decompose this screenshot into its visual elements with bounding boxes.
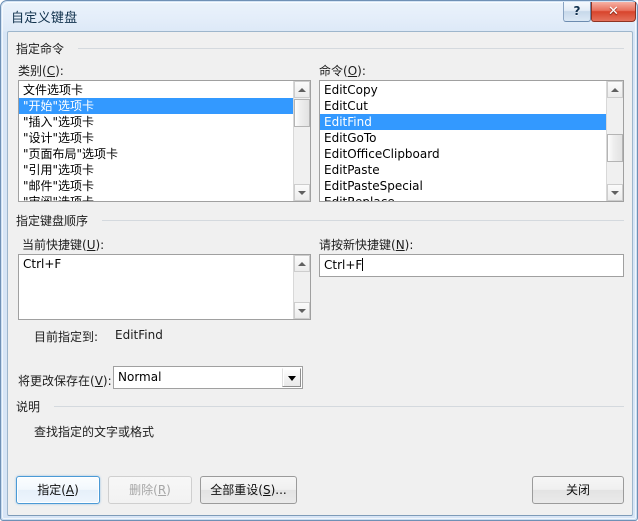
close-icon: ✕ bbox=[608, 4, 619, 19]
help-button[interactable]: ? bbox=[563, 2, 591, 22]
list-item[interactable]: EditPasteSpecial bbox=[320, 178, 606, 194]
reset-all-button[interactable]: 全部重设(S)... bbox=[200, 476, 297, 504]
new-shortcut-value: Ctrl+F bbox=[324, 258, 363, 272]
list-item[interactable]: EditCut bbox=[320, 98, 606, 114]
categories-scrollbar[interactable] bbox=[293, 81, 310, 201]
chevron-down-icon[interactable] bbox=[282, 368, 301, 387]
list-item[interactable]: "设计"选项卡 bbox=[19, 130, 293, 146]
title-bar[interactable]: 自定义键盘 ? ✕ bbox=[1, 1, 638, 31]
group-keyboard-sequence-header: 指定键盘顺序 bbox=[16, 212, 624, 229]
list-item[interactable]: "邮件"选项卡 bbox=[19, 178, 293, 194]
commands-list-items[interactable]: EditCopy EditCut EditFind EditGoTo EditO… bbox=[320, 81, 606, 201]
categories-listbox[interactable]: 文件选项卡 "开始"选项卡 "插入"选项卡 "设计"选项卡 "页面布局"选项卡 … bbox=[18, 80, 311, 202]
list-item[interactable]: Ctrl+F bbox=[19, 256, 293, 272]
list-item[interactable]: EditGoTo bbox=[320, 130, 606, 146]
current-keys-list-items[interactable]: Ctrl+F bbox=[19, 255, 293, 319]
close-dialog-button[interactable]: 关闭 bbox=[532, 476, 624, 504]
categories-label: 类别(C): bbox=[18, 64, 64, 78]
commands-listbox[interactable]: EditCopy EditCut EditFind EditGoTo EditO… bbox=[319, 80, 624, 202]
group-rule bbox=[78, 48, 624, 49]
close-button[interactable]: ✕ bbox=[591, 2, 636, 22]
group-rule bbox=[54, 406, 624, 407]
scrollbar-thumb[interactable] bbox=[294, 99, 310, 127]
new-shortcut-label: 请按新快捷键(N): bbox=[319, 238, 414, 252]
scroll-down-icon[interactable] bbox=[294, 184, 310, 201]
currently-assigned-label: 目前指定到: bbox=[34, 330, 99, 344]
group-rule bbox=[102, 220, 624, 221]
list-item[interactable]: "审阅"选项卡 bbox=[19, 194, 293, 201]
new-shortcut-input[interactable]: Ctrl+F bbox=[319, 254, 624, 277]
list-item[interactable]: EditReplace bbox=[320, 194, 606, 201]
scroll-down-icon[interactable] bbox=[607, 184, 623, 201]
list-item[interactable]: "开始"选项卡 bbox=[19, 98, 293, 114]
list-item[interactable]: EditCopy bbox=[320, 82, 606, 98]
scrollbar-thumb[interactable] bbox=[607, 134, 623, 162]
current-keys-label: 当前快捷键(U): bbox=[22, 238, 105, 252]
current-keys-listbox[interactable]: Ctrl+F bbox=[18, 254, 311, 320]
question-mark-icon: ? bbox=[573, 4, 581, 18]
categories-list-items[interactable]: 文件选项卡 "开始"选项卡 "插入"选项卡 "设计"选项卡 "页面布局"选项卡 … bbox=[19, 81, 293, 201]
scroll-down-icon[interactable] bbox=[294, 302, 310, 319]
save-changes-label: 将更改保存在(V): bbox=[18, 374, 112, 388]
save-changes-combobox[interactable]: Normal bbox=[113, 366, 303, 389]
list-item[interactable]: EditPaste bbox=[320, 162, 606, 178]
dialog-client-area: 指定命令 类别(C): 文件选项卡 "开始"选项卡 "插入"选项卡 "设计"选项… bbox=[7, 31, 633, 516]
commands-label: 命令(O): bbox=[319, 64, 366, 78]
group-specify-command-label: 指定命令 bbox=[16, 40, 71, 57]
remove-button: 删除(R) bbox=[108, 476, 192, 504]
list-item[interactable]: "页面布局"选项卡 bbox=[19, 146, 293, 162]
window-title: 自定义键盘 bbox=[11, 11, 78, 26]
currently-assigned-value: EditFind bbox=[115, 328, 163, 342]
group-description-label: 说明 bbox=[16, 398, 47, 415]
list-item[interactable]: EditOfficeClipboard bbox=[320, 146, 606, 162]
description-text: 查找指定的文字或格式 bbox=[34, 425, 155, 439]
list-item[interactable]: EditFind bbox=[320, 114, 606, 130]
current-keys-scrollbar[interactable] bbox=[293, 255, 310, 319]
dialog-window: 自定义键盘 ? ✕ 指定命令 类别(C): 文件选项卡 "开始"选项卡 "插入"… bbox=[0, 0, 638, 521]
scroll-up-icon[interactable] bbox=[607, 81, 623, 98]
list-item[interactable]: "插入"选项卡 bbox=[19, 114, 293, 130]
group-specify-command-header: 指定命令 bbox=[16, 40, 624, 57]
text-caret bbox=[362, 258, 364, 271]
scroll-up-icon[interactable] bbox=[294, 81, 310, 98]
group-description-header: 说明 bbox=[16, 398, 624, 415]
assign-button[interactable]: 指定(A) bbox=[16, 476, 100, 504]
commands-scrollbar[interactable] bbox=[606, 81, 623, 201]
list-item[interactable]: 文件选项卡 bbox=[19, 82, 293, 98]
save-changes-value: Normal bbox=[118, 370, 162, 384]
group-keyboard-sequence-label: 指定键盘顺序 bbox=[16, 212, 95, 229]
list-item[interactable]: "引用"选项卡 bbox=[19, 162, 293, 178]
scroll-up-icon[interactable] bbox=[294, 255, 310, 272]
